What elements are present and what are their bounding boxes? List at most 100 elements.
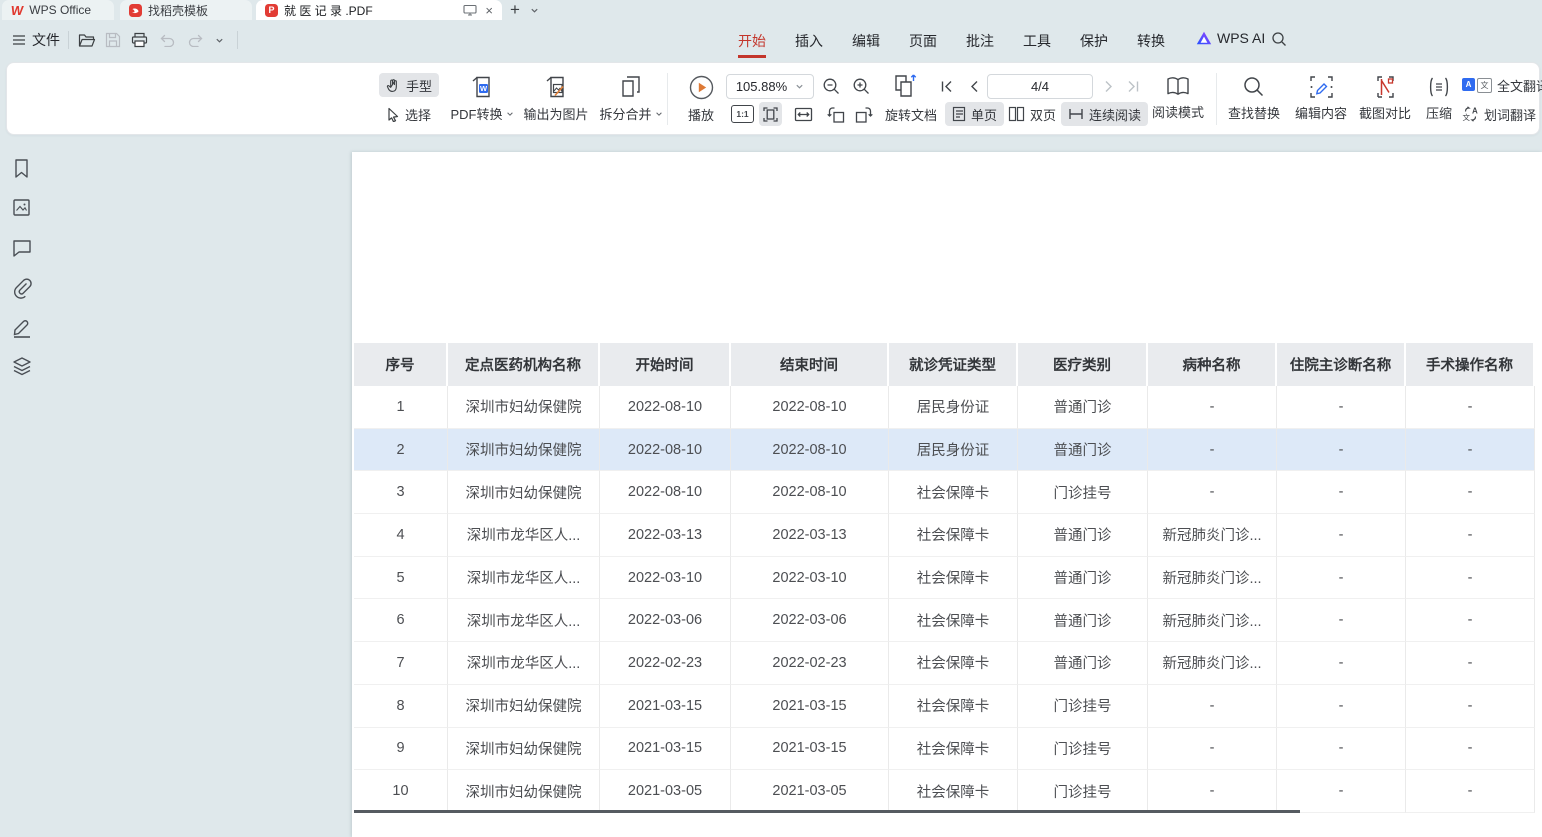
menu-item-2[interactable]: 插入 <box>795 22 823 58</box>
print-icon[interactable] <box>128 29 150 51</box>
table-cell: 2022-08-10 <box>731 386 889 429</box>
screenshot-compare-label: 截图对比 <box>1359 103 1411 122</box>
table-cell: 门诊挂号 <box>1018 770 1148 813</box>
tab-docer[interactable]: 找稻壳模板 <box>120 0 252 20</box>
full-translate-icon: A文 <box>1462 78 1492 93</box>
table-row: 1深圳市妇幼保健院2022-08-102022-08-10居民身份证普通门诊--… <box>354 386 1535 429</box>
table-cell: - <box>1406 685 1535 728</box>
comment-icon[interactable] <box>11 238 33 260</box>
table-cell: 手术操作名称 <box>1406 343 1535 386</box>
split-merge-button[interactable]: 拆分合并 <box>596 70 666 127</box>
tab-list-chevron-icon[interactable] <box>530 6 539 15</box>
undo-icon[interactable] <box>156 29 178 51</box>
menu-item-7[interactable]: 保护 <box>1080 22 1108 58</box>
continuous-read-button[interactable]: 连续阅读 <box>1061 102 1148 126</box>
menu-item-3[interactable]: 编辑 <box>852 22 880 58</box>
signature-pen-icon[interactable] <box>11 316 33 338</box>
table-cell: 深圳市龙华区人... <box>448 599 600 642</box>
menu-item-8[interactable]: 转换 <box>1137 22 1165 58</box>
table-row: 2深圳市妇幼保健院2022-08-102022-08-10居民身份证普通门诊--… <box>354 429 1535 472</box>
single-page-icon <box>952 106 966 122</box>
word-translate-label: 划词翻译 <box>1484 105 1536 124</box>
table-cell: 2022-03-10 <box>600 557 731 600</box>
wps-ai-button[interactable]: WPS AI <box>1196 30 1265 46</box>
table-cell: 深圳市妇幼保健院 <box>448 728 600 771</box>
table-cell: 序号 <box>354 343 448 386</box>
quickbar-chevron-icon[interactable] <box>208 29 230 51</box>
play-icon <box>688 74 715 101</box>
attachment-icon[interactable] <box>11 277 33 299</box>
actual-size-button[interactable]: 1:1 <box>731 105 754 123</box>
table-cell: - <box>1277 471 1406 514</box>
full-translate-button[interactable]: A文 全文翻译 <box>1459 73 1542 97</box>
edit-content-button[interactable]: 编辑内容 <box>1290 70 1352 127</box>
table-cell: - <box>1277 685 1406 728</box>
table-cell: 2021-03-15 <box>600 728 731 771</box>
screenshot-compare-button[interactable]: 截图对比 <box>1354 70 1416 127</box>
pdf-convert-label: PDF转换 <box>450 104 502 123</box>
close-tab-icon[interactable]: × <box>485 4 493 17</box>
save-icon[interactable] <box>102 29 124 51</box>
word-translate-button[interactable]: 文A 划词翻译 <box>1459 102 1542 126</box>
ribbon: 手型 选择 W PDF转换 输出为图片 拆分合并 播放 105.88% <box>6 62 1540 135</box>
last-page-button[interactable] <box>1123 76 1143 96</box>
export-image-button[interactable]: 输出为图片 <box>518 70 594 127</box>
pdf-convert-button[interactable]: W PDF转换 <box>449 70 515 127</box>
swap-pages-button[interactable] <box>891 72 919 99</box>
compress-button[interactable]: 压缩 <box>1418 70 1460 127</box>
read-mode-label: 阅读模式 <box>1152 102 1204 121</box>
menu-item-6[interactable]: 工具 <box>1023 22 1051 58</box>
svg-text:A: A <box>1472 107 1478 116</box>
zoom-out-button[interactable] <box>819 74 843 98</box>
table-row: 序号定点医药机构名称开始时间结束时间就诊凭证类型医疗类别病种名称住院主诊断名称手… <box>354 343 1535 386</box>
fit-page-button[interactable] <box>759 102 782 126</box>
table-cell: - <box>1277 770 1406 813</box>
hand-tool-button[interactable]: 手型 <box>379 73 439 97</box>
tab-document[interactable]: P 就 医 记 录 .PDF × <box>256 0 502 20</box>
zoom-in-button[interactable] <box>849 74 873 98</box>
table-cell: - <box>1277 514 1406 557</box>
rotate-left-button[interactable] <box>823 103 847 125</box>
first-page-button[interactable] <box>936 76 956 96</box>
table-row: 4深圳市龙华区人...2022-03-132022-03-13社会保障卡普通门诊… <box>354 514 1535 557</box>
zoom-level-select[interactable]: 105.88% <box>726 74 814 99</box>
chevron-down-icon <box>795 82 804 91</box>
compress-label: 压缩 <box>1426 103 1452 122</box>
open-file-icon[interactable] <box>76 29 98 51</box>
redo-icon[interactable] <box>184 29 206 51</box>
svg-text:W: W <box>480 84 488 93</box>
fit-width-button[interactable] <box>791 103 815 125</box>
page-indicator-input[interactable]: 4/4 <box>987 74 1093 99</box>
continuous-read-icon <box>1068 107 1084 121</box>
single-page-button[interactable]: 单页 <box>945 102 1004 126</box>
table-cell: 新冠肺炎门诊... <box>1148 514 1277 557</box>
file-menu-button[interactable]: 文件 <box>12 30 60 50</box>
rotate-right-button[interactable] <box>852 103 876 125</box>
bookmark-icon[interactable] <box>11 158 33 180</box>
read-mode-button[interactable]: 阅读模式 <box>1147 70 1209 127</box>
split-merge-label: 拆分合并 <box>599 104 651 123</box>
table-cell: 新冠肺炎门诊... <box>1148 599 1277 642</box>
table-cell: 社会保障卡 <box>889 685 1018 728</box>
table-cell: 3 <box>354 471 448 514</box>
select-tool-button[interactable]: 选择 <box>379 102 438 126</box>
play-button[interactable]: 播放 <box>677 70 725 127</box>
prev-page-button[interactable] <box>963 76 983 96</box>
menu-item-1[interactable]: 开始 <box>738 22 766 58</box>
menu-item-4[interactable]: 页面 <box>909 22 937 58</box>
table-cell: 2021-03-15 <box>731 728 889 771</box>
select-tool-label: 选择 <box>405 105 431 124</box>
menu-search-icon[interactable] <box>1271 31 1287 47</box>
wps-ai-label: WPS AI <box>1217 30 1265 46</box>
menu-item-5[interactable]: 批注 <box>966 22 994 58</box>
find-replace-button[interactable]: 查找替换 <box>1221 70 1287 127</box>
monitor-icon[interactable] <box>463 4 477 16</box>
tab-wps-office[interactable]: W WPS Office <box>2 0 114 20</box>
rotate-doc-label[interactable]: 旋转文档 <box>885 102 937 126</box>
next-page-button[interactable] <box>1099 76 1119 96</box>
thumbnail-icon[interactable] <box>11 197 33 219</box>
layers-icon[interactable] <box>11 356 33 378</box>
svg-text:文: 文 <box>1463 112 1471 122</box>
medical-records-table: 序号定点医药机构名称开始时间结束时间就诊凭证类型医疗类别病种名称住院主诊断名称手… <box>354 343 1535 813</box>
new-tab-button[interactable]: + <box>506 0 524 20</box>
